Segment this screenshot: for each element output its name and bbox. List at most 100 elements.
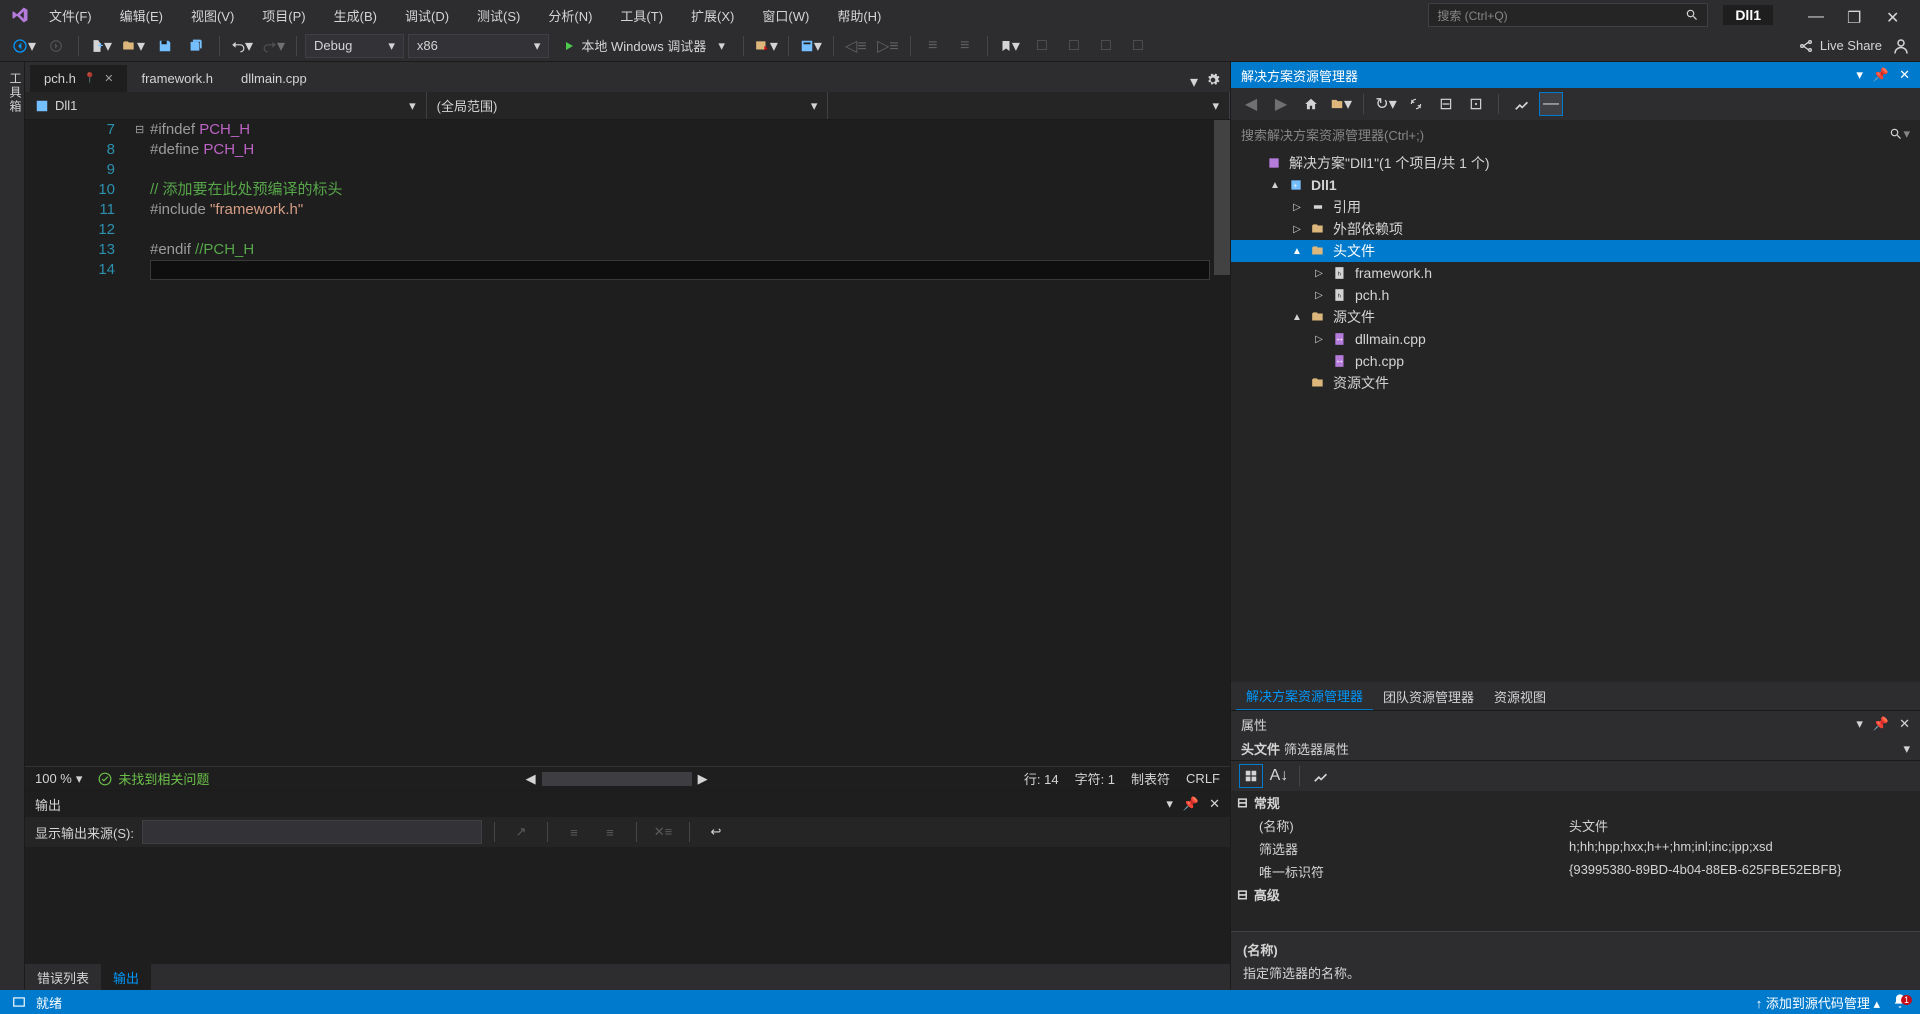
props-dropdown-button[interactable]: ▾	[1856, 716, 1863, 732]
props-category[interactable]: ⊟高级	[1231, 883, 1920, 906]
tree-row[interactable]: 资源文件	[1231, 372, 1920, 394]
props-alpha-button[interactable]: A↓	[1267, 764, 1291, 788]
se-dropdown-button[interactable]: ▾	[1856, 67, 1863, 83]
se-sync-button[interactable]	[1404, 92, 1428, 116]
props-pages-button[interactable]	[1308, 764, 1332, 788]
account-icon[interactable]	[1892, 37, 1910, 55]
global-search-input[interactable]: 搜索 (Ctrl+Q)	[1428, 3, 1708, 27]
menu-item[interactable]: 编辑(E)	[106, 2, 177, 29]
tree-row[interactable]: ▷引用	[1231, 196, 1920, 218]
nav-forward-button[interactable]	[42, 34, 70, 58]
nav-back-button[interactable]: ▾	[10, 34, 38, 58]
tree-row[interactable]: ▷hpch.h	[1231, 284, 1920, 306]
props-row[interactable]: (名称)头文件	[1231, 814, 1920, 837]
add-source-control-button[interactable]: ↑ 添加到源代码管理 ▴	[1756, 993, 1880, 1012]
nav-project-combo[interactable]: Dll1▾	[25, 92, 427, 119]
minimize-button[interactable]: —	[1808, 8, 1822, 22]
open-file-button[interactable]: ▾	[119, 34, 147, 58]
props-row[interactable]: 唯一标识符{93995380-89BD-4b04-88EB-625FBE52EB…	[1231, 860, 1920, 883]
tab-dropdown-button[interactable]: ▾	[1190, 72, 1198, 92]
output-dropdown-button[interactable]: ▾	[1166, 796, 1173, 812]
issues-indicator[interactable]: 未找到相关问题	[98, 769, 209, 788]
tree-row[interactable]: ▷外部依赖项	[1231, 218, 1920, 240]
props-pin-button[interactable]: 📌	[1873, 716, 1889, 732]
output-bottom-tab[interactable]: 错误列表	[25, 964, 101, 991]
solution-tree[interactable]: 解决方案"Dll1"(1 个项目/共 1 个)▲+Dll1▷引用▷外部依赖项▲头…	[1231, 148, 1920, 682]
nav-scope-combo[interactable]: (全局范围)▾	[427, 92, 829, 119]
se-back-button[interactable]: ◀	[1239, 92, 1263, 116]
output-content[interactable]	[25, 847, 1230, 964]
output-close-button[interactable]: ✕	[1209, 796, 1220, 812]
menu-item[interactable]: 扩展(X)	[677, 2, 748, 29]
platform-combo[interactable]: x86▾	[408, 34, 550, 58]
bookmark-button[interactable]: ▾	[996, 34, 1024, 58]
tree-row[interactable]: ▲+Dll1	[1231, 174, 1920, 196]
undo-button[interactable]: ▾	[228, 34, 256, 58]
props-close-button[interactable]: ✕	[1899, 716, 1910, 732]
output-wrap-button[interactable]: ↩	[702, 820, 730, 844]
se-properties-button[interactable]	[1509, 92, 1533, 116]
se-close-button[interactable]: ✕	[1899, 67, 1910, 83]
props-categorized-button[interactable]	[1239, 764, 1263, 788]
close-window-button[interactable]: ✕	[1886, 8, 1900, 22]
redo-button[interactable]: ▾	[260, 34, 288, 58]
menu-item[interactable]: 工具(T)	[606, 2, 677, 29]
menu-item[interactable]: 测试(S)	[463, 2, 534, 29]
menu-item[interactable]: 窗口(W)	[748, 2, 823, 29]
se-search-input[interactable]: 搜索解决方案资源管理器(Ctrl+;) ▾	[1231, 120, 1920, 148]
horizontal-scrollbar[interactable]	[542, 772, 692, 786]
process-button[interactable]: ▾	[752, 34, 780, 58]
live-share-button[interactable]: Live Share	[1798, 38, 1882, 54]
se-home-button[interactable]	[1299, 92, 1323, 116]
menu-item[interactable]: 生成(B)	[320, 2, 391, 29]
se-bottom-tab[interactable]: 团队资源管理器	[1373, 683, 1484, 710]
se-showall-button[interactable]: ⊡	[1464, 92, 1488, 116]
se-pin-button[interactable]: 📌	[1873, 67, 1889, 83]
se-preview-button[interactable]: —	[1539, 92, 1563, 116]
menu-item[interactable]: 视图(V)	[177, 2, 248, 29]
menu-item[interactable]: 文件(F)	[35, 2, 106, 29]
editor-tab[interactable]: pch.h📍✕	[30, 65, 127, 92]
editor-tab[interactable]: dllmain.cpp	[227, 65, 321, 92]
vertical-scrollbar[interactable]	[1214, 120, 1230, 275]
tree-row[interactable]: ▷hframework.h	[1231, 262, 1920, 284]
save-button[interactable]	[151, 34, 179, 58]
output-source-combo[interactable]	[142, 820, 482, 844]
run-button[interactable]: 本地 Windows 调试器▾	[553, 34, 735, 58]
scroll-right-button[interactable]: ▶	[698, 771, 708, 787]
se-bottom-tab[interactable]: 解决方案资源管理器	[1236, 682, 1373, 711]
output-bottom-tab[interactable]: 输出	[101, 964, 151, 991]
output-pin-button[interactable]: 📌	[1183, 796, 1199, 812]
new-file-button[interactable]: ▾	[87, 34, 115, 58]
tab-gear-button[interactable]	[1206, 73, 1220, 92]
editor-tab[interactable]: framework.h	[127, 65, 227, 92]
props-row[interactable]: 筛选器h;hh;hpp;hxx;h++;hm;inl;inc;ipp;xsd	[1231, 837, 1920, 860]
scroll-left-button[interactable]: ◀	[526, 771, 536, 787]
notifications-button[interactable]	[1892, 993, 1908, 1012]
menu-item[interactable]: 项目(P)	[248, 2, 319, 29]
code-editor[interactable]: 7891011121314 ⊟ #ifndef PCH_H#define PCH…	[25, 120, 1230, 766]
se-bottom-tab[interactable]: 资源视图	[1484, 683, 1556, 710]
menu-item[interactable]: 分析(N)	[534, 2, 606, 29]
config-combo[interactable]: Debug▾	[305, 34, 404, 58]
nav-member-combo[interactable]: ▾	[828, 92, 1230, 119]
zoom-combo[interactable]: 100 % ▾	[35, 771, 82, 787]
menu-item[interactable]: 调试(D)	[391, 2, 463, 29]
se-collapse-button[interactable]: ⊟	[1434, 92, 1458, 116]
tree-row[interactable]: 解决方案"Dll1"(1 个项目/共 1 个)	[1231, 152, 1920, 174]
maximize-button[interactable]: ❐	[1847, 8, 1861, 22]
se-pending-button[interactable]: ↻▾	[1374, 92, 1398, 116]
solution-button[interactable]: ▾	[797, 34, 825, 58]
properties-subtitle[interactable]: 头文件 筛选器属性 ▾	[1231, 737, 1920, 761]
tree-row[interactable]: ++pch.cpp	[1231, 350, 1920, 372]
se-forward-button[interactable]: ▶	[1269, 92, 1293, 116]
toolbox-tab[interactable]: 工具箱	[0, 62, 25, 990]
save-all-button[interactable]	[183, 34, 211, 58]
tree-row[interactable]: ▷++dllmain.cpp	[1231, 328, 1920, 350]
se-switch-button[interactable]: ▾	[1329, 92, 1353, 116]
tree-row[interactable]: ▲源文件	[1231, 306, 1920, 328]
menu-item[interactable]: 帮助(H)	[823, 2, 895, 29]
tree-row[interactable]: ▲头文件	[1231, 240, 1920, 262]
props-category[interactable]: ⊟常规	[1231, 791, 1920, 814]
svg-text:+: +	[1293, 183, 1297, 190]
